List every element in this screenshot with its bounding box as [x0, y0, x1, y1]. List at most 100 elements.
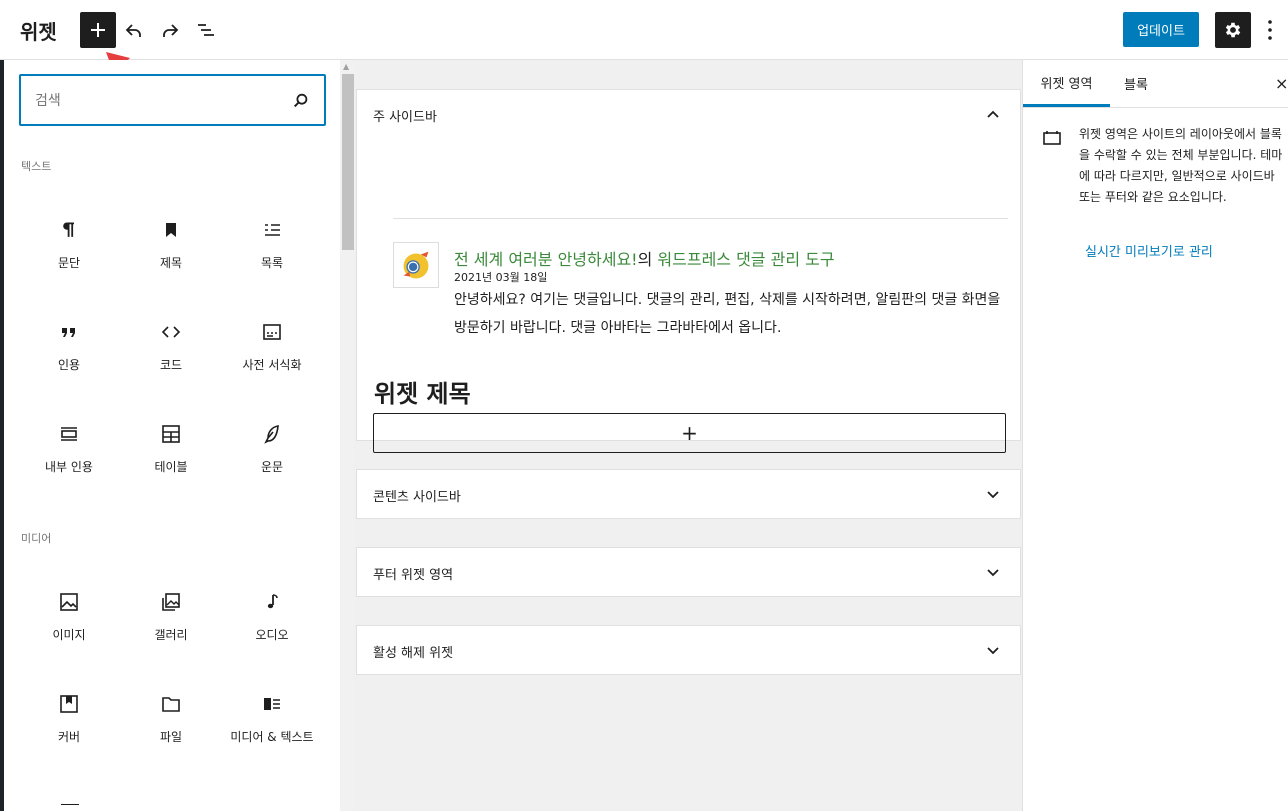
block-label: 파일 [159, 730, 183, 744]
block-table[interactable]: 테이블 [121, 414, 221, 504]
block-paragraph[interactable]: 문단 [19, 210, 119, 300]
block-label: 커버 [57, 730, 81, 744]
chevron-down-icon [987, 491, 999, 499]
widget-area-inactive[interactable]: 활성 해제 위젯 [356, 625, 1021, 675]
block-label: 오디오 [255, 628, 289, 642]
author-link[interactable]: 워드프레스 댓글 관리 도구 [657, 250, 834, 269]
widgets-canvas: 주 사이드바 전 세계 여러분 안녕하세요!의 워드프레스 댓글 관리 도구 2… [354, 60, 1022, 811]
chevron-down-icon [987, 647, 999, 655]
audio-icon [267, 594, 278, 609]
scroll-up-icon[interactable]: ▲ [343, 62, 349, 71]
widget-area-footer[interactable]: 푸터 위젯 영역 [356, 547, 1021, 597]
editor-header: 위젯 업데이트 [0, 0, 1288, 60]
divider [393, 218, 1008, 219]
block-preformatted[interactable]: 사전 서식화 [222, 312, 322, 402]
chevron-up-icon [987, 110, 999, 118]
live-preview-link[interactable]: 실시간 미리보기로 관리 [1085, 241, 1213, 260]
block-file[interactable]: 파일 [121, 684, 221, 774]
block-verse[interactable]: 운문 [222, 414, 322, 504]
ellipsis-vertical-icon [1268, 20, 1272, 40]
widget-area-icon [1043, 131, 1061, 145]
widget-area-toggle[interactable]: 활성 해제 위젯 [357, 626, 1020, 674]
add-block-toggle-button[interactable] [80, 12, 116, 48]
search-input[interactable] [35, 90, 275, 112]
add-block-button[interactable]: + [373, 413, 1006, 453]
block-label: 목록 [260, 256, 284, 270]
widget-heading[interactable]: 위젯 제목 [374, 374, 471, 409]
list-view-icon [198, 24, 214, 36]
comment-text: 안녕하세요? 여기는 댓글입니다. 댓글의 관리, 편집, 삭제를 시작하려면,… [454, 292, 1001, 336]
redo-icon [163, 24, 179, 37]
quote-icon [62, 328, 75, 337]
block-gallery[interactable]: 갤러리 [121, 582, 221, 672]
update-button[interactable]: 업데이트 [1123, 12, 1199, 47]
block-quote[interactable]: 인용 [19, 312, 119, 402]
list-view-button[interactable] [188, 12, 224, 48]
block-label: 이미지 [52, 628, 86, 642]
block-image[interactable]: 이미지 [19, 582, 119, 672]
block-label: 운문 [260, 460, 284, 474]
block-label: 문단 [57, 256, 81, 270]
block-label: 제목 [159, 256, 183, 270]
block-label: 내부 인용 [45, 460, 93, 474]
widget-area-title: 활성 해제 위젯 [373, 646, 454, 661]
block-label: 사전 서식화 [242, 358, 302, 372]
gear-icon [1225, 22, 1241, 38]
widget-area-toggle[interactable]: 콘텐츠 사이드바 [357, 470, 1020, 518]
block-cover[interactable]: 커버 [19, 684, 119, 774]
widget-area-title: 푸터 위젯 영역 [373, 568, 454, 583]
widget-area-toggle[interactable]: 주 사이드바 [357, 90, 1020, 138]
image-icon [60, 593, 78, 611]
widget-area-content-sidebar[interactable]: 콘텐츠 사이드바 [356, 469, 1021, 519]
settings-button[interactable] [1215, 12, 1251, 48]
widget-area-title: 콘텐츠 사이드바 [373, 490, 461, 505]
widget-area-toggle[interactable]: 푸터 위젯 영역 [357, 548, 1020, 596]
close-icon[interactable]: × [1275, 74, 1288, 93]
settings-sidebar: 위젯 영역 블록 × 위젯 영역은 사이트의 레이아웃에서 블록을 수락할 수 … [1022, 60, 1288, 811]
partial-block-icon [61, 804, 79, 811]
search-box [19, 74, 326, 126]
paragraph-icon [63, 222, 74, 237]
widget-area-main-sidebar: 주 사이드바 전 세계 여러분 안녕하세요!의 워드프레스 댓글 관리 도구 2… [356, 89, 1021, 453]
block-label: 코드 [159, 358, 183, 372]
block-label: 인용 [57, 358, 81, 372]
category-label-media: 미디어 [21, 532, 52, 545]
inserter-scrollbar[interactable]: ▲ [340, 60, 354, 811]
block-audio[interactable]: 오디오 [222, 582, 322, 672]
more-options-button[interactable] [1268, 18, 1272, 42]
code-icon [161, 326, 181, 338]
pullquote-icon [61, 427, 77, 441]
search-icon[interactable] [292, 92, 310, 110]
tab-block[interactable]: 블록 [1124, 60, 1148, 107]
comment-date: 2021년 03월 18일 [454, 271, 548, 284]
list-icon [265, 224, 280, 236]
block-code[interactable]: 코드 [121, 312, 221, 402]
cover-icon [60, 695, 78, 713]
preformatted-icon [263, 324, 281, 340]
block-label: 미디어 & 텍스트 [230, 730, 314, 744]
page-title: 위젯 [20, 20, 57, 44]
redo-button[interactable] [152, 12, 188, 48]
block-heading[interactable]: 제목 [121, 210, 221, 300]
post-link[interactable]: 전 세계 여러분 안녕하세요! [454, 250, 638, 269]
folder-icon [162, 697, 180, 712]
plus-icon [91, 23, 105, 37]
chevron-down-icon [987, 569, 999, 577]
category-label-text: 텍스트 [21, 160, 52, 173]
scrollbar-thumb[interactable] [342, 74, 354, 250]
block-label: 테이블 [154, 460, 188, 474]
verse-icon [264, 425, 279, 444]
block-media-text[interactable]: 미디어 & 텍스트 [222, 684, 322, 774]
block-list[interactable]: 목록 [222, 210, 322, 300]
gallery-icon [162, 593, 180, 611]
block-label: 갤러리 [154, 628, 188, 642]
widget-area-description: 위젯 영역은 사이트의 레이아웃에서 블록을 수락할 수 있는 전체 부분입니다… [1079, 127, 1283, 204]
undo-icon [125, 24, 141, 37]
table-icon [162, 425, 180, 443]
block-pullquote[interactable]: 내부 인용 [19, 414, 119, 504]
media-text-icon [264, 698, 280, 710]
undo-button[interactable] [116, 12, 152, 48]
avatar [393, 242, 439, 288]
comment-connector: 의 [637, 250, 658, 269]
tab-widget-areas[interactable]: 위젯 영역 [1023, 60, 1110, 107]
